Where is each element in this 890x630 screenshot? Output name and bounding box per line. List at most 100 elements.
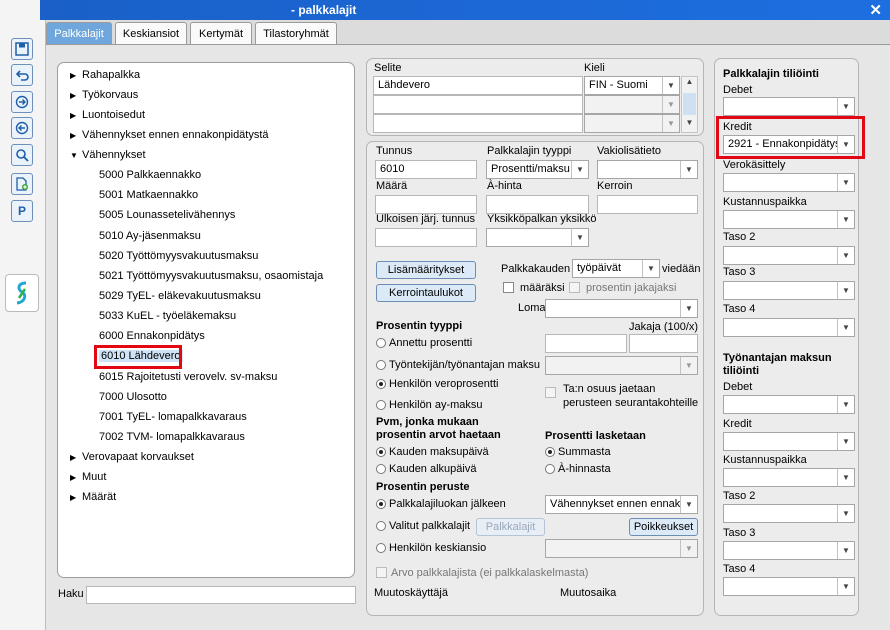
tab-tilastoryhmat[interactable]: Tilastoryhmät — [255, 22, 337, 44]
prosentti-input[interactable] — [545, 334, 627, 353]
chevron-down-icon[interactable]: ▼ — [837, 98, 854, 115]
tree-item-7002[interactable]: 7002 TVM- lomapalkkavaraus — [99, 431, 245, 443]
chevron-down-icon[interactable]: ▼ — [837, 319, 854, 336]
tree-item-5021[interactable]: 5021 Työttömyysvakuutusmaksu, osaomistaj… — [99, 270, 323, 282]
jakaja-input[interactable] — [629, 334, 698, 353]
tab-keskiansiot[interactable]: Keskiansiot — [115, 22, 187, 44]
taso3-select[interactable]: ▼ — [723, 281, 855, 300]
chevron-down-icon[interactable]: ▼ — [837, 469, 854, 486]
chevron-down-icon[interactable]: ▼ — [680, 300, 697, 317]
search-icon[interactable] — [11, 144, 33, 166]
kieli-select-row2[interactable]: ▼ — [584, 95, 680, 114]
chevron-down-icon[interactable]: ▼ — [837, 211, 854, 228]
chevron-down-icon[interactable]: ▼ — [571, 229, 588, 246]
tree-item-5001[interactable]: 5001 Matkaennakko — [99, 189, 198, 201]
chevron-down-icon[interactable]: ▼ — [662, 96, 679, 113]
undo-icon[interactable] — [11, 64, 33, 86]
p-button[interactable]: P — [11, 200, 33, 222]
employer-debet-select[interactable]: ▼ — [723, 395, 855, 414]
loma-select[interactable]: ▼ — [545, 299, 698, 318]
scroll-down-icon[interactable]: ▼ — [682, 118, 697, 132]
tab-kertymat[interactable]: Kertymät — [190, 22, 252, 44]
selite-input-row1[interactable]: Lähdevero — [373, 76, 583, 95]
close-icon[interactable]: ✕ — [869, 1, 882, 19]
collapse-icon[interactable]: ▼ — [70, 151, 82, 160]
taso4-select[interactable]: ▼ — [723, 318, 855, 337]
debet-select[interactable]: ▼ — [723, 97, 855, 116]
tyontekija-radio[interactable] — [376, 360, 386, 370]
tree-item-5020[interactable]: 5020 Työttömyysvakuutusmaksu — [99, 250, 258, 262]
prosentin-jakajaksi-checkbox[interactable] — [569, 282, 580, 293]
vakio-select[interactable]: ▼ — [597, 160, 698, 179]
tree-item-6000[interactable]: 6000 Ennakonpidätys — [99, 330, 205, 342]
tyyppi-select[interactable]: Prosentti/maksu ▼ — [486, 160, 589, 179]
kieli-select-row3[interactable]: ▼ — [584, 114, 680, 133]
app-logo-icon[interactable] — [5, 274, 39, 312]
arvo-checkbox[interactable] — [376, 567, 387, 578]
employer-taso3-select[interactable]: ▼ — [723, 541, 855, 560]
palkkalajit-button[interactable]: Palkkalajit — [476, 518, 545, 536]
chevron-down-icon[interactable]: ▼ — [837, 505, 854, 522]
tree-group-luontoisedut[interactable]: ▶ Luontoisedut — [70, 109, 145, 121]
kerrointaulukot-button[interactable]: Kerrointaulukot — [376, 284, 476, 302]
search-input[interactable] — [86, 586, 356, 604]
kieli-select-row1[interactable]: FIN - Suomi ▼ — [584, 76, 680, 95]
chevron-down-icon[interactable]: ▼ — [680, 540, 697, 557]
tree-group-tyokorvaus[interactable]: ▶ Työkorvaus — [70, 89, 138, 101]
scroll-up-icon[interactable]: ▲ — [682, 77, 697, 91]
peruste-select[interactable]: Vähennykset ennen ennako ▼ — [545, 495, 698, 514]
tree-group-verovapaat[interactable]: ▶ Verovapaat korvaukset — [70, 451, 194, 463]
expand-icon[interactable]: ▶ — [70, 473, 82, 482]
ulkoinen-input[interactable] — [375, 228, 477, 247]
tree-group-maarat[interactable]: ▶ Määrät — [70, 491, 116, 503]
keskiansio-radio[interactable] — [376, 543, 386, 553]
chevron-down-icon[interactable]: ▼ — [662, 115, 679, 132]
employer-taso4-select[interactable]: ▼ — [723, 577, 855, 596]
tab-palkkalajit[interactable]: Palkkalajit — [46, 22, 112, 45]
expand-icon[interactable]: ▶ — [70, 71, 82, 80]
tree-group-rahapalkka[interactable]: ▶ Rahapalkka — [70, 69, 140, 81]
description-scrollbar[interactable]: ▲ ▼ — [681, 76, 698, 133]
expand-icon[interactable]: ▶ — [70, 453, 82, 462]
chevron-down-icon[interactable]: ▼ — [837, 396, 854, 413]
kerroin-input[interactable] — [597, 195, 698, 214]
expand-icon[interactable]: ▶ — [70, 131, 82, 140]
selite-input-row2[interactable] — [373, 95, 583, 114]
chevron-down-icon[interactable]: ▼ — [680, 357, 697, 374]
tree-item-5033[interactable]: 5033 KuEL - työeläkemaksu — [99, 310, 236, 322]
tree-item-5010[interactable]: 5010 Ay-jäsenmaksu — [99, 230, 201, 242]
tree-group-vahennykset-ennen[interactable]: ▶ Vähennykset ennen ennakonpidätystä — [70, 129, 269, 141]
expand-icon[interactable]: ▶ — [70, 493, 82, 502]
selite-input-row3[interactable] — [373, 114, 583, 133]
kustannuspaikka-select[interactable]: ▼ — [723, 210, 855, 229]
chevron-down-icon[interactable]: ▼ — [837, 247, 854, 264]
palkkakauden-select[interactable]: työpäivät ▼ — [572, 259, 660, 278]
poikkeukset-button[interactable]: Poikkeukset — [629, 518, 698, 536]
scroll-thumb[interactable] — [683, 93, 696, 115]
veroprosentti-radio[interactable] — [376, 379, 386, 389]
maksupaiva-radio[interactable] — [376, 447, 386, 457]
tree-item-5000[interactable]: 5000 Palkkaennakko — [99, 169, 201, 181]
tunnus-input[interactable]: 6010 — [375, 160, 477, 179]
chevron-down-icon[interactable]: ▼ — [571, 161, 588, 178]
ay-radio[interactable] — [376, 400, 386, 410]
tree-item-5029[interactable]: 5029 TyEL- eläkevakuutusmaksu — [99, 290, 261, 302]
employer-kredit-select[interactable]: ▼ — [723, 432, 855, 451]
tree-group-muut[interactable]: ▶ Muut — [70, 471, 106, 483]
next-icon[interactable] — [11, 91, 33, 113]
tree-group-vahennykset[interactable]: ▼ Vähennykset — [70, 149, 146, 161]
lisamaaritykset-button[interactable]: Lisämääritykset — [376, 261, 476, 279]
chevron-down-icon[interactable]: ▼ — [680, 496, 697, 513]
tree-item-7001[interactable]: 7001 TyEL- lomapalkkavaraus — [99, 411, 247, 423]
save-icon[interactable] — [11, 38, 33, 60]
valitut-radio[interactable] — [376, 521, 386, 531]
employer-kustannuspaikka-select[interactable]: ▼ — [723, 468, 855, 487]
keskiansio-select[interactable]: ▼ — [545, 539, 698, 558]
previous-icon[interactable] — [11, 117, 33, 139]
add-document-icon[interactable] — [11, 173, 33, 195]
maaraksi-checkbox[interactable] — [503, 282, 514, 293]
ahinta-input[interactable] — [486, 195, 589, 214]
annettu-radio[interactable] — [376, 338, 386, 348]
chevron-down-icon[interactable]: ▼ — [837, 282, 854, 299]
chevron-down-icon[interactable]: ▼ — [642, 260, 659, 277]
